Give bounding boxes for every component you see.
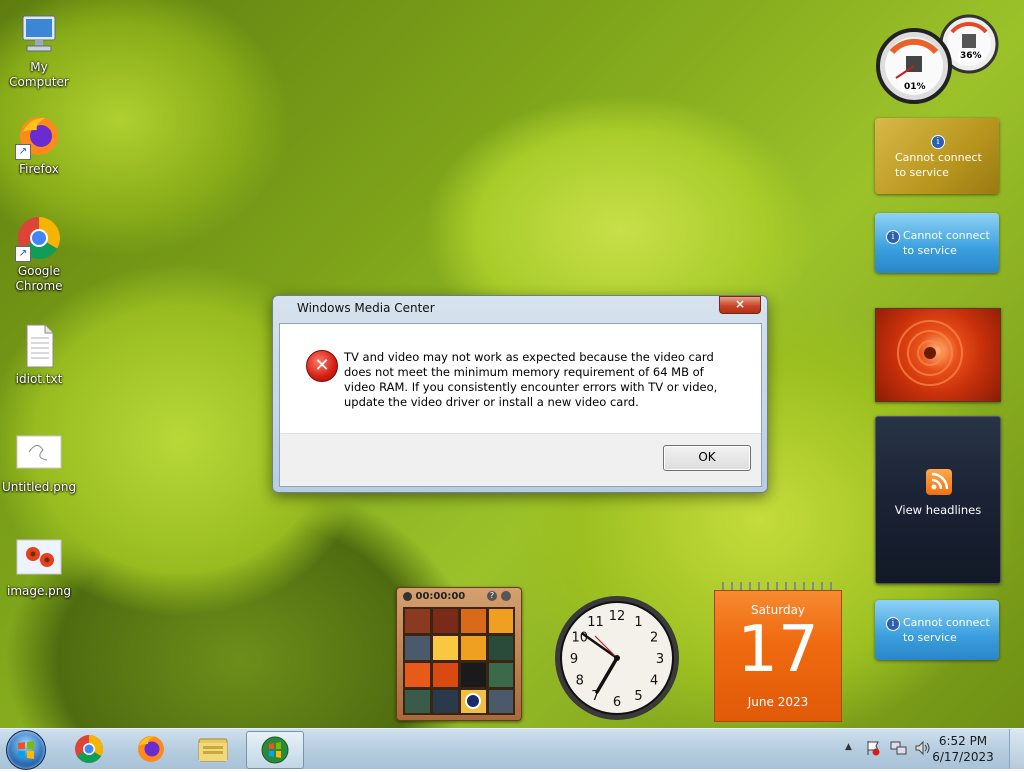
clock-numeral: 2 [650, 631, 658, 646]
clock-numeral: 3 [656, 652, 664, 667]
cpu-meter-gadget[interactable]: 01% 36% [874, 8, 1000, 104]
dialog-body: ✕ TV and video may not work as expected … [279, 323, 762, 487]
puzzle-timer-text: 00:00:00 [415, 591, 466, 602]
taskbar-explorer[interactable] [185, 731, 241, 767]
image-file-icon [15, 430, 63, 478]
network-icon[interactable] [890, 740, 908, 756]
firefox-icon [138, 736, 164, 762]
desktop-icon-label: idiot.txt [15, 372, 63, 386]
info-icon: i [886, 617, 900, 631]
dialog-message: TV and video may not work as expected be… [344, 350, 718, 409]
calendar-gadget[interactable]: Saturday 17 June 2023 [714, 582, 842, 722]
shuffle-icon[interactable] [501, 591, 511, 601]
clock-numeral: 6 [613, 695, 621, 710]
weather-status-text: Cannot connect to service [903, 229, 990, 257]
show-hidden-icons-arrow[interactable]: ▲ [845, 742, 852, 752]
computer-icon [15, 10, 63, 58]
clock-numeral: 1 [634, 615, 642, 630]
show-desktop-button[interactable] [1009, 729, 1024, 769]
text-file-icon [15, 322, 63, 370]
action-center-flag-icon[interactable] [866, 740, 880, 756]
rss-icon [926, 469, 952, 495]
clock-time: 6:52 PM [938, 734, 988, 748]
calendar-page: Saturday 17 June 2023 [714, 590, 842, 722]
shortcut-arrow-icon: ↗ [15, 144, 31, 160]
puzzle-tiles [403, 607, 515, 715]
picture-puzzle-gadget[interactable]: 00:00:00 ? [396, 587, 522, 721]
chrome-icon [75, 735, 103, 763]
taskbar-chrome[interactable] [61, 731, 117, 767]
media-center-error-dialog[interactable]: Windows Media Center × ✕ TV and video ma… [272, 295, 768, 493]
taskbar: ▲ 6:52 PM 6/17/2023 [0, 728, 1024, 770]
clock-numeral: 11 [587, 615, 604, 630]
desktop-icon-my-computer[interactable]: My Computer [0, 10, 78, 90]
start-button[interactable] [6, 730, 46, 770]
explorer-icon [198, 738, 228, 762]
desktop-icon-untitled-png[interactable]: Untitled.png [0, 430, 78, 495]
clock-numeral: 10 [572, 631, 589, 646]
stocks-status-text: Cannot connect to service [903, 616, 990, 644]
windows-logo-icon [18, 741, 34, 759]
currency-gadget[interactable]: i Cannot connect to service [875, 118, 999, 194]
flower-photo [897, 320, 963, 386]
chrome-icon: ↗ [15, 214, 63, 262]
clock-numeral: 12 [609, 609, 626, 624]
desktop-icon-image-png[interactable]: image.png [0, 534, 78, 599]
desktop-icon-label: Untitled.png [1, 480, 77, 494]
weather-gadget[interactable]: i Cannot connect to service [875, 213, 999, 273]
slideshow-gadget[interactable] [875, 308, 1001, 402]
clock-gadget[interactable]: 12 1 2 3 4 5 6 7 8 9 10 11 [553, 594, 681, 722]
ok-button[interactable]: OK [663, 445, 751, 471]
taskbar-clock[interactable]: 6:52 PM 6/17/2023 [928, 733, 998, 765]
puzzle-timer: 00:00:00 [403, 591, 515, 605]
desktop-icon-idiot-txt[interactable]: idiot.txt [0, 322, 78, 387]
calendar-month-year: June 2023 [747, 695, 809, 709]
desktop-icon-label: Google Chrome [15, 264, 63, 293]
desktop-icon-label: Firefox [19, 162, 59, 176]
help-icon[interactable]: ? [487, 591, 497, 601]
desktop-icon-label: My Computer [9, 60, 69, 89]
taskbar-firefox[interactable] [123, 731, 179, 767]
clock-date: 6/17/2023 [932, 750, 994, 764]
clock-numeral: 4 [650, 674, 658, 689]
dialog-close-button[interactable]: × [719, 296, 761, 314]
firefox-icon: ↗ [15, 112, 63, 160]
taskbar-media-center[interactable] [246, 731, 304, 769]
error-icon: ✕ [306, 350, 338, 382]
desktop-icon-firefox[interactable]: ↗ Firefox [0, 112, 78, 177]
shortcut-arrow-icon: ↗ [15, 246, 31, 262]
currency-status-text: Cannot connect to service [895, 151, 982, 179]
media-center-icon [261, 736, 289, 764]
flower-image-icon [15, 534, 63, 582]
clock-numeral: 5 [634, 689, 642, 704]
dialog-title: Windows Media Center [297, 301, 435, 315]
desktop: My Computer ↗ Firefox ↗ Google Chrome id… [0, 0, 1024, 728]
clock-numeral: 9 [570, 652, 578, 667]
memory-usage-readout: 36% [958, 51, 984, 61]
view-headlines-label[interactable]: View headlines [876, 503, 1000, 517]
cpu-usage-readout: 01% [902, 82, 928, 92]
dialog-footer: OK [280, 433, 761, 486]
calendar-day: 17 [737, 613, 819, 687]
clock-icon [403, 591, 412, 601]
stocks-gadget[interactable]: i Cannot connect to service [875, 600, 999, 660]
info-icon: i [886, 230, 900, 244]
clock-numeral: 8 [576, 674, 584, 689]
clock-face: 12 1234567891011 [555, 596, 679, 720]
info-icon: i [931, 135, 945, 149]
desktop-icon-label: image.png [6, 584, 72, 598]
desktop-icon-chrome[interactable]: ↗ Google Chrome [0, 214, 78, 294]
feed-headlines-gadget[interactable]: View headlines [875, 416, 1001, 584]
